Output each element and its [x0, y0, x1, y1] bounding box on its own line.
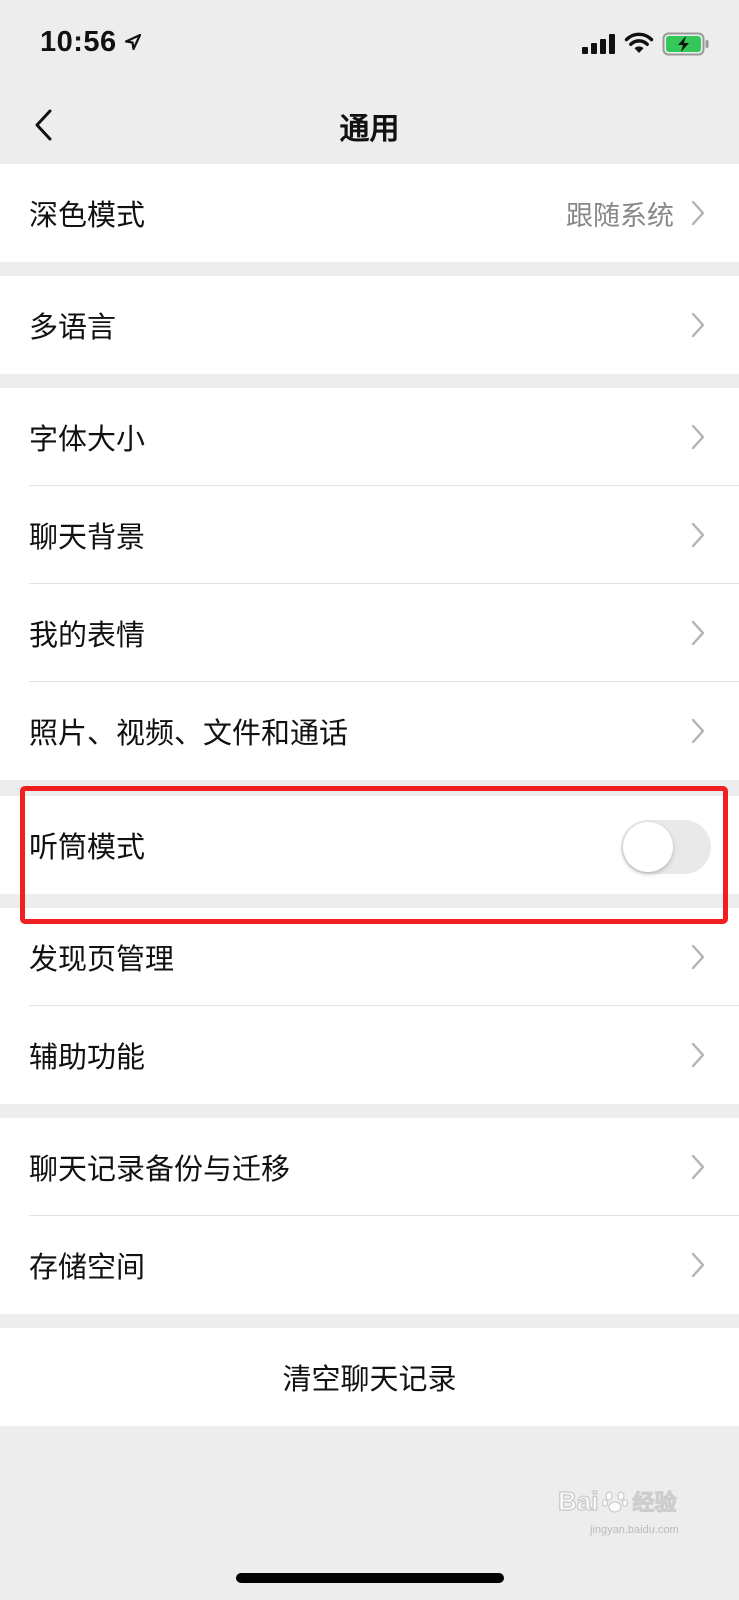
row-label: 我的表情 — [29, 618, 146, 652]
chevron-right-icon — [691, 944, 705, 970]
status-bar: 10:56 — [0, 0, 739, 86]
paw-icon — [602, 1491, 629, 1513]
clear-chat-history-button[interactable]: 清空聊天记录 — [0, 1328, 739, 1426]
row-discover-management[interactable]: 发现页管理 — [0, 908, 739, 1006]
settings-group-storage: 聊天记录备份与迁移 存储空间 — [0, 1118, 739, 1314]
row-label: 存储空间 — [29, 1250, 146, 1284]
status-time: 10:56 — [40, 26, 117, 58]
chevron-right-icon — [691, 424, 705, 450]
clear-chat-history-label: 清空聊天记录 — [282, 1362, 457, 1396]
settings-group-language: 多语言 — [0, 276, 739, 374]
chevron-right-icon — [691, 200, 705, 226]
page-title: 通用 — [339, 112, 400, 147]
watermark-brand: Bai — [557, 1485, 599, 1516]
chevron-right-icon — [691, 718, 705, 744]
row-label: 聊天记录备份与迁移 — [29, 1152, 291, 1186]
row-label: 聊天背景 — [29, 520, 146, 554]
row-font-size[interactable]: 字体大小 — [0, 388, 739, 486]
nav-bar: 通用 — [0, 86, 739, 164]
row-language[interactable]: 多语言 — [0, 276, 739, 374]
baidu-watermark: Bai 经验 — [557, 1478, 703, 1524]
row-storage-space[interactable]: 存储空间 — [0, 1216, 739, 1314]
row-accessibility[interactable]: 辅助功能 — [0, 1006, 739, 1104]
watermark-url: jingyan.baidu.com — [590, 1524, 679, 1536]
row-my-stickers[interactable]: 我的表情 — [0, 584, 739, 682]
chevron-right-icon — [691, 1154, 705, 1180]
chevron-right-icon — [691, 312, 705, 338]
row-chat-background[interactable]: 聊天背景 — [0, 486, 739, 584]
settings-group-display: 深色模式 跟随系统 — [0, 164, 739, 262]
row-chat-backup-migration[interactable]: 聊天记录备份与迁移 — [0, 1118, 739, 1216]
settings-group-chat: 字体大小 聊天背景 我的表情 照片、视频、文件和通话 — [0, 388, 739, 780]
row-label: 听筒模式 — [29, 830, 146, 864]
row-label: 字体大小 — [29, 422, 146, 456]
signal-icon — [582, 34, 615, 54]
earpiece-mode-toggle[interactable] — [621, 820, 711, 874]
chevron-right-icon — [691, 522, 705, 548]
row-earpiece-mode: 听筒模式 — [0, 796, 739, 894]
row-dark-mode[interactable]: 深色模式 跟随系统 — [0, 164, 739, 262]
battery-charging-icon — [662, 32, 709, 56]
row-label: 深色模式 — [29, 198, 146, 232]
chevron-right-icon — [691, 1042, 705, 1068]
row-label: 多语言 — [29, 310, 117, 344]
home-indicator[interactable] — [236, 1573, 504, 1583]
location-arrow-icon — [124, 33, 142, 51]
clear-history-group: 清空聊天记录 — [0, 1328, 739, 1426]
row-label: 照片、视频、文件和通话 — [29, 716, 349, 750]
row-label: 辅助功能 — [29, 1040, 146, 1074]
watermark-brand-cn: 经验 — [632, 1491, 677, 1517]
chevron-right-icon — [691, 1252, 705, 1278]
settings-group-earpiece: 听筒模式 — [0, 796, 739, 894]
row-value: 跟随系统 — [566, 200, 674, 232]
row-media-files-calls[interactable]: 照片、视频、文件和通话 — [0, 682, 739, 780]
settings-group-discover: 发现页管理 辅助功能 — [0, 908, 739, 1104]
wifi-icon — [624, 32, 654, 53]
row-label: 发现页管理 — [29, 942, 175, 976]
chevron-right-icon — [691, 620, 705, 646]
toggle-knob — [623, 822, 673, 872]
